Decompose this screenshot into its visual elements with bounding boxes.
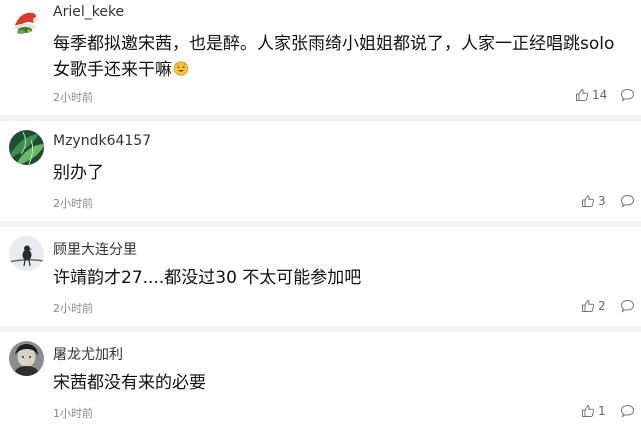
comment-bubble-icon [620, 404, 635, 418]
avatar[interactable] [9, 3, 44, 38]
comment-text: 许靖韵才27....都没过30 不太可能参加吧 [53, 268, 362, 288]
like-button[interactable]: 1 [581, 404, 606, 418]
comment-text: 宋茜都没有来的必要 [53, 373, 206, 393]
comment-bubble-icon [620, 299, 635, 313]
like-count: 1 [598, 404, 606, 418]
like-button[interactable]: 3 [581, 194, 606, 208]
laughing-face-emoji [173, 58, 189, 76]
username[interactable]: Ariel_keke [53, 4, 124, 20]
thumbs-up-icon [582, 195, 595, 207]
comment-time: 2小时前 [53, 91, 93, 104]
username[interactable]: 顾里大连分里 [53, 239, 137, 259]
comment-time: 2小时前 [53, 197, 93, 210]
comment-text: 别办了 [53, 163, 104, 183]
reply-button[interactable] [620, 194, 635, 208]
thumbs-up-icon [576, 89, 589, 101]
comments-feed: Ariel_keke 每季都拟邀宋茜，也是醉。人家张雨绮小姐姐都说了，人家一正经… [0, 0, 641, 425]
thumbs-up-icon [582, 300, 595, 312]
comment-divider [0, 221, 641, 227]
comment-bubble-icon [620, 194, 635, 208]
comment-text-content: 每季都拟邀宋茜，也是醉。人家张雨绮小姐姐都说了，人家一正经唱跳solo女歌手还来… [53, 34, 615, 80]
like-button[interactable]: 2 [581, 299, 606, 313]
like-count: 2 [598, 299, 606, 313]
like-button[interactable]: 14 [575, 88, 607, 102]
green-leaves-avatar [9, 130, 44, 165]
comment-time: 1小时前 [53, 407, 93, 420]
comment-bubble-icon [620, 88, 635, 102]
thumbs-up-icon [582, 405, 595, 417]
reply-button[interactable] [620, 88, 635, 102]
reply-button[interactable] [620, 299, 635, 313]
avatar[interactable] [9, 341, 44, 376]
comment-time: 2小时前 [53, 302, 93, 315]
bird-on-branch-avatar [9, 236, 44, 271]
comment-divider [0, 115, 641, 121]
like-count: 3 [598, 194, 606, 208]
username[interactable]: 屠龙尤加利 [53, 344, 123, 364]
username[interactable]: Mzyndk64157 [53, 133, 151, 149]
santa-hat-icon [9, 3, 44, 38]
comment-divider [0, 326, 641, 332]
reply-button[interactable] [620, 404, 635, 418]
avatar[interactable] [9, 130, 44, 165]
avatar[interactable] [9, 236, 44, 271]
comment-text: 每季都拟邀宋茜，也是醉。人家张雨绮小姐姐都说了，人家一正经唱跳solo女歌手还来… [53, 31, 623, 83]
portrait-avatar [9, 341, 44, 376]
like-count: 14 [592, 88, 608, 102]
